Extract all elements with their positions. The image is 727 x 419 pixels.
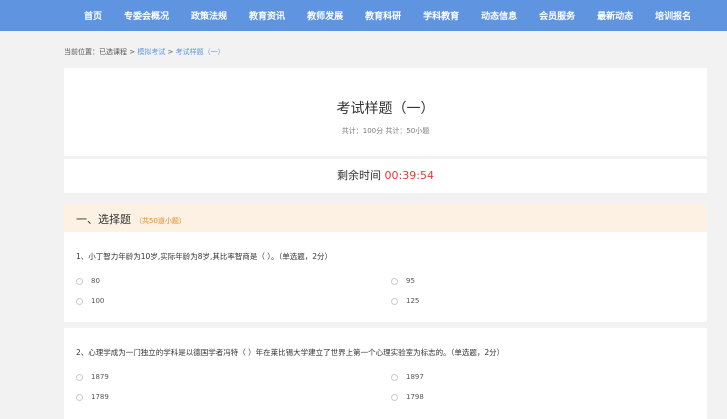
nav-item-education-news[interactable]: 教育资讯 xyxy=(249,9,285,22)
question-card: 1、小丁智力年龄为10岁,实际年龄为8岁,其比率智商是（ ）。（单选题，2分） … xyxy=(64,232,707,322)
radio-button[interactable] xyxy=(76,373,83,381)
section-header: 一、选择题 （共50道小题） xyxy=(64,204,707,232)
exam-title: 考试样题（一） xyxy=(336,101,435,117)
answer-option[interactable]: 80 xyxy=(76,277,100,285)
breadcrumb-item-mock-exam[interactable]: 模拟考试 xyxy=(137,48,165,56)
nav-item-latest-news[interactable]: 最新动态 xyxy=(597,9,633,22)
section-title: 一、选择题 xyxy=(76,213,131,226)
radio-button[interactable] xyxy=(76,277,83,285)
breadcrumb-prefix: 当前位置： xyxy=(64,48,99,56)
question-text: 1、小丁智力年龄为10岁,实际年龄为8岁,其比率智商是（ ）。（单选题，2分） xyxy=(76,252,333,261)
radio-button[interactable] xyxy=(391,373,398,381)
option-label: 1897 xyxy=(406,373,424,381)
nav-item-committee-overview[interactable]: 专委会概况 xyxy=(124,9,169,22)
answer-option[interactable]: 100 xyxy=(76,297,104,305)
option-label: 95 xyxy=(406,277,415,285)
radio-button[interactable] xyxy=(76,393,83,401)
exam-title-panel: 考试样题（一） 共计：100分 共计：50小题 xyxy=(64,68,707,156)
nav-item-home[interactable]: 首页 xyxy=(84,9,102,22)
answer-option[interactable]: 1789 xyxy=(76,393,109,401)
breadcrumb: 当前位置：已选课程 > 模拟考试 > 考试样题（一） xyxy=(64,47,225,57)
exam-meta: 共计：100分 共计：50小题 xyxy=(341,127,430,135)
nav-item-subject-education[interactable]: 学科教育 xyxy=(423,9,459,22)
option-label: 125 xyxy=(406,297,420,305)
breadcrumb-separator: > xyxy=(127,48,138,56)
answer-option[interactable]: 1897 xyxy=(391,373,424,381)
radio-button[interactable] xyxy=(76,297,83,305)
question-text: 2、心理学成为一门独立的学科是以德国学者冯特（ ）年在莱比锡大学建立了世界上第一… xyxy=(76,348,505,357)
question-card: 2、心理学成为一门独立的学科是以德国学者冯特（ ）年在莱比锡大学建立了世界上第一… xyxy=(64,328,707,419)
breadcrumb-item-selected-courses[interactable]: 已选课程 xyxy=(99,48,127,56)
nav-item-research[interactable]: 教育科研 xyxy=(365,9,401,22)
timer-label: 剩余时间 xyxy=(337,169,382,182)
radio-button[interactable] xyxy=(391,297,398,305)
option-label: 1879 xyxy=(91,373,109,381)
radio-button[interactable] xyxy=(391,393,398,401)
nav-item-member-services[interactable]: 会员服务 xyxy=(539,9,575,22)
section-count: （共50道小题） xyxy=(135,217,186,225)
nav-item-policies[interactable]: 政策法规 xyxy=(191,9,227,22)
answer-option[interactable]: 1798 xyxy=(391,393,424,401)
radio-button[interactable] xyxy=(391,277,398,285)
answer-option[interactable]: 95 xyxy=(391,277,415,285)
breadcrumb-separator: > xyxy=(165,48,176,56)
option-label: 1798 xyxy=(406,393,424,401)
answer-option[interactable]: 125 xyxy=(391,297,419,305)
option-label: 100 xyxy=(91,297,105,305)
nav-item-training-signup[interactable]: 培训报名 xyxy=(655,9,691,22)
top-navigation: 首页 专委会概况 政策法规 教育资讯 教师发展 教育科研 学科教育 动态信息 会… xyxy=(0,0,727,31)
breadcrumb-item-current[interactable]: 考试样题（一） xyxy=(176,48,225,56)
timer-value: 00:39:54 xyxy=(384,169,434,182)
option-label: 80 xyxy=(91,277,100,285)
nav-item-teacher-development[interactable]: 教师发展 xyxy=(307,9,343,22)
option-label: 1789 xyxy=(91,393,109,401)
timer-panel: 剩余时间 00:39:54 xyxy=(64,159,707,193)
answer-option[interactable]: 1879 xyxy=(76,373,109,381)
nav-item-dynamic-info[interactable]: 动态信息 xyxy=(481,9,517,22)
